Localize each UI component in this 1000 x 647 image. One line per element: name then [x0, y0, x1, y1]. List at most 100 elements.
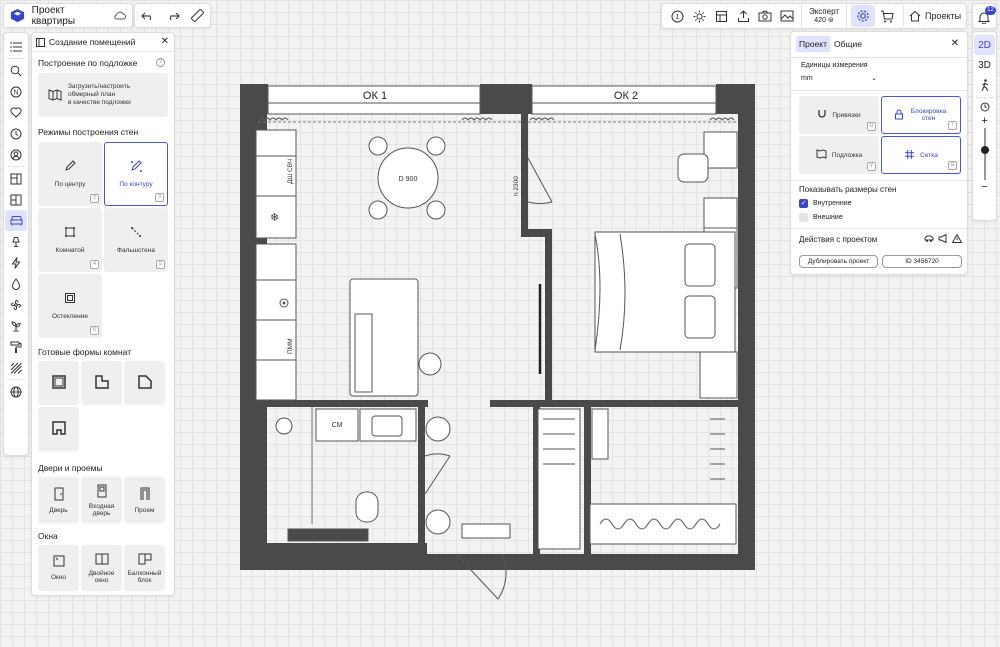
close-settings-icon[interactable]: ✕ — [951, 38, 959, 49]
wall-mode-glazing[interactable]: Остекление 6 — [38, 274, 102, 338]
shape-cut-corner[interactable] — [124, 361, 165, 405]
floorplan-icon[interactable] — [5, 168, 27, 189]
wall-mode-room[interactable]: Комнатой 4 — [38, 208, 102, 272]
stool — [418, 352, 442, 376]
wall-mode-center[interactable]: По центру 2 — [38, 142, 102, 206]
lamp-icon[interactable] — [5, 231, 27, 252]
grid-toggle[interactable]: Сетка G — [881, 136, 961, 174]
window-icon — [53, 555, 65, 569]
pmm-label: ПММ — [287, 338, 294, 354]
zoom-out-icon[interactable]: − — [974, 180, 996, 194]
cloud-icon[interactable] — [114, 11, 126, 20]
warning-icon[interactable] — [951, 233, 963, 245]
inner-sizes-row[interactable]: ✓ Внутренние — [799, 199, 852, 208]
window-tile[interactable]: Окно — [38, 545, 79, 591]
duplicate-label: Дублировать проект — [807, 258, 870, 265]
door-label: Дверь — [49, 506, 68, 514]
desk-chair — [677, 153, 709, 183]
hall-door-swing — [424, 453, 451, 495]
car-icon[interactable] — [924, 234, 934, 245]
settings-icon[interactable] — [851, 5, 875, 27]
clock-icon[interactable] — [5, 123, 27, 144]
sofa-icon[interactable] — [5, 210, 27, 231]
walk-icon[interactable] — [974, 75, 996, 95]
expert-badge[interactable]: Эксперт 420 ⊜ — [801, 5, 847, 27]
zoom-thumb[interactable] — [980, 146, 989, 154]
lock-walls-toggle[interactable]: Блокировка стен / — [881, 96, 961, 134]
help-icon[interactable]: ? — [156, 58, 165, 67]
snap-toggle[interactable]: Привязки U — [799, 96, 879, 134]
room-icon — [64, 226, 76, 240]
entrance-door-tile[interactable]: Входная дверь — [81, 477, 122, 523]
shape-u[interactable] — [38, 407, 79, 451]
upload-underlay-button[interactable]: Загрузить/настроить обмерный план в каче… — [38, 73, 168, 117]
heart-icon[interactable] — [5, 102, 27, 123]
fridge-snow-icon: ❄ — [270, 212, 279, 224]
walls-icon[interactable] — [5, 189, 27, 210]
electric-icon[interactable] — [5, 252, 27, 273]
panel-toggle-icon[interactable] — [36, 37, 45, 47]
wall-mode-contour[interactable]: По контуру 3 — [104, 142, 168, 206]
sun-icon[interactable] — [688, 10, 710, 23]
sink-round-1 — [425, 416, 451, 442]
units-select[interactable]: mm ⌄ — [801, 72, 877, 84]
pencil-icon — [64, 160, 76, 174]
wall-mode-false-wall[interactable]: Фальшстена 5 — [104, 208, 168, 272]
megaphone-icon[interactable] — [938, 233, 948, 245]
cart-icon[interactable] — [875, 10, 899, 23]
zoom-reset-icon[interactable] — [974, 100, 996, 114]
tab-general[interactable]: Общие — [834, 39, 862, 49]
curtain-left — [257, 117, 735, 121]
project-id-button[interactable]: ID 3456720 — [882, 255, 962, 268]
shape-rectangle[interactable] — [38, 361, 79, 405]
rail-divider — [7, 379, 25, 380]
shortcut-key: G — [948, 161, 957, 170]
project-title[interactable]: Проект квартиры — [32, 5, 109, 27]
expert-label: Эксперт — [808, 7, 840, 16]
layers-icon[interactable] — [710, 10, 732, 23]
double-window-tile[interactable]: Двойное окно — [81, 545, 122, 591]
opening-tile[interactable]: Проем — [124, 477, 165, 523]
outer-sizes-row[interactable]: Внешние — [799, 213, 843, 222]
camera-icon[interactable] — [754, 10, 776, 22]
grid-icon — [904, 149, 915, 162]
duplicate-project-button[interactable]: Дублировать проект — [799, 255, 878, 268]
left-tool-rail: N — [3, 32, 29, 456]
brand-icon[interactable]: N — [5, 81, 27, 102]
underlay-toggle[interactable]: Подложка Y — [799, 136, 879, 174]
zoom-slider[interactable] — [980, 128, 989, 180]
paint-roller-icon[interactable] — [5, 336, 27, 357]
close-icon[interactable]: ✕ — [161, 37, 169, 47]
gallery-icon[interactable] — [776, 10, 798, 22]
outer-checkbox[interactable] — [799, 213, 808, 222]
ruler-icon[interactable] — [191, 9, 205, 22]
redo-icon[interactable] — [166, 11, 180, 21]
globe-icon[interactable] — [5, 381, 27, 402]
ventilation-icon[interactable] — [5, 294, 27, 315]
list-icon[interactable] — [5, 36, 27, 57]
plant-icon[interactable] — [5, 315, 27, 336]
notifications-button[interactable]: 12 — [972, 3, 997, 29]
info-icon[interactable]: 1 — [666, 10, 688, 23]
search-icon[interactable] — [5, 60, 27, 81]
door-tile[interactable]: Дверь — [38, 477, 79, 523]
balcony-block-tile[interactable]: Балконный блок — [124, 545, 165, 591]
floor-plan-canvas[interactable]: ОК 1 ОК 2 h 2300 ДШ СВЧ ПММ ❄ D 900 СМ — [240, 84, 755, 604]
shape-l[interactable] — [81, 361, 122, 405]
grid-label: Сетка — [920, 151, 938, 159]
view-2d-button[interactable]: 2D — [974, 35, 995, 55]
projects-button[interactable]: Проекты — [903, 5, 961, 27]
tab-project[interactable]: Проект — [796, 36, 830, 52]
inner-checkbox[interactable]: ✓ — [799, 199, 808, 208]
svg-text:N: N — [13, 89, 18, 96]
texture-icon[interactable] — [5, 357, 27, 378]
undo-icon[interactable] — [140, 11, 155, 21]
balcony-block-label: Балконный блок — [127, 569, 162, 584]
app-logo-icon[interactable] — [10, 8, 26, 24]
shortcut-key: / — [948, 121, 957, 130]
zoom-in-icon[interactable]: + — [974, 114, 996, 128]
export-icon[interactable] — [732, 9, 754, 23]
user-icon[interactable] — [5, 144, 27, 165]
view-3d-button[interactable]: 3D — [974, 55, 995, 75]
water-icon[interactable] — [5, 273, 27, 294]
